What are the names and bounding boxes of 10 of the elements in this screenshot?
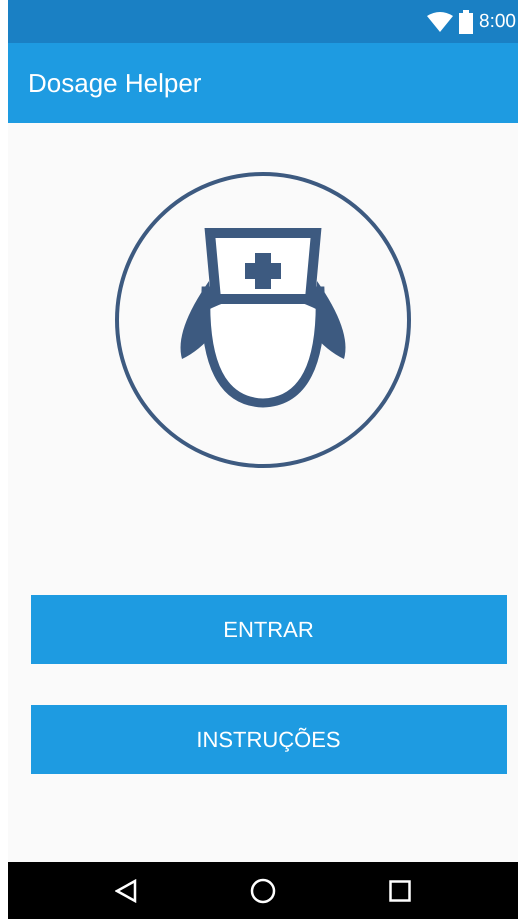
menu-button[interactable]: ENTRAR [30, 595, 506, 664]
app-title: Dosage Helper [28, 68, 202, 98]
recents-icon[interactable] [389, 880, 412, 902]
wifi-icon [427, 12, 454, 32]
battery-icon [459, 10, 474, 34]
status-time: 8:00 [479, 10, 516, 32]
home-icon[interactable] [250, 878, 276, 904]
nurse-icon [114, 171, 412, 469]
back-icon[interactable] [114, 878, 137, 902]
menu-button[interactable]: INSTRUÇÕES [30, 705, 506, 774]
